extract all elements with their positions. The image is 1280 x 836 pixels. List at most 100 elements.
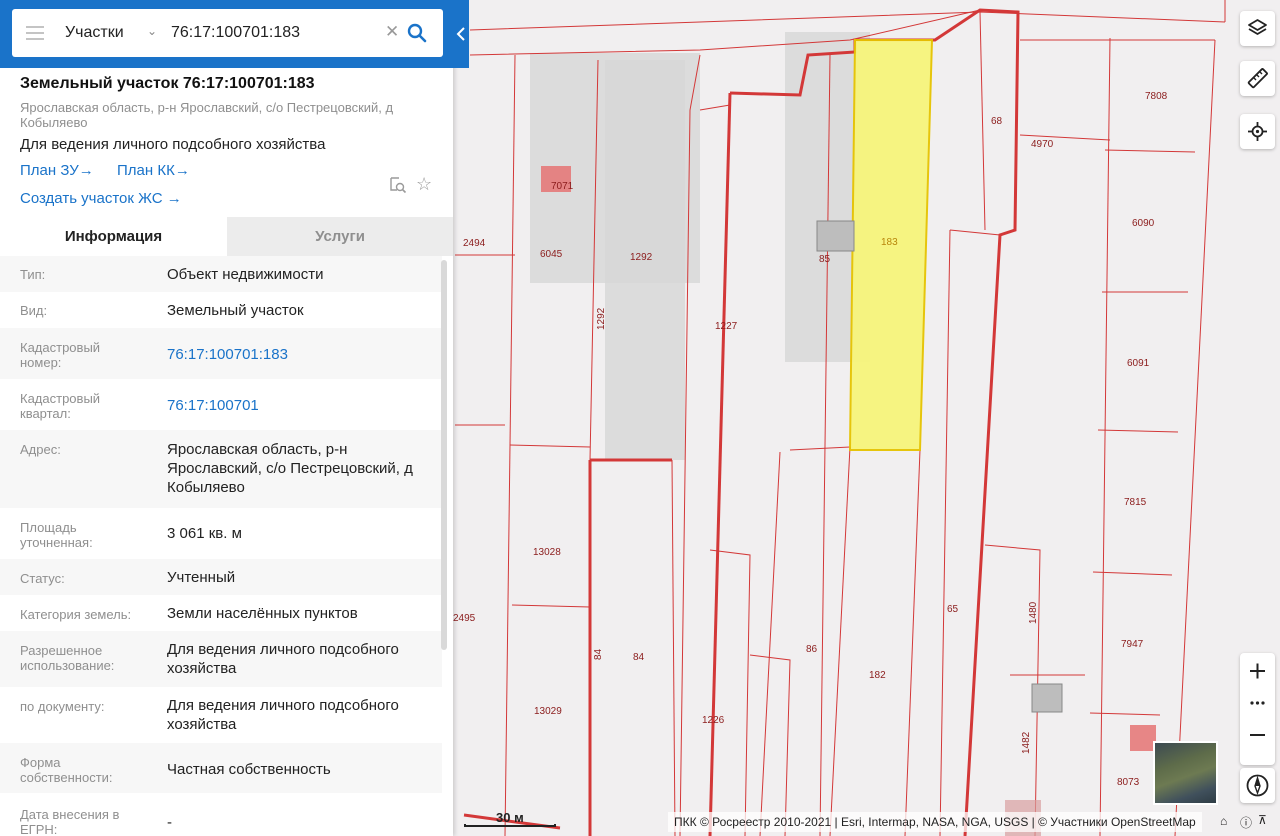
ruler-icon xyxy=(1247,68,1268,89)
plot-label: 7815 xyxy=(1124,497,1147,508)
plan-kk-link[interactable]: План КК→ xyxy=(117,162,190,179)
plot-label: 1227 xyxy=(715,321,738,332)
plan-zu-label: План ЗУ xyxy=(20,162,79,179)
cadastral-quarter-link[interactable]: 76:17:100701 xyxy=(167,396,437,415)
arrow-right-icon: → xyxy=(166,190,182,207)
locate-button[interactable] xyxy=(1240,114,1275,149)
plot-label: 182 xyxy=(869,670,886,681)
plot-label: 7071 xyxy=(551,181,574,192)
row-label: Категория земель: xyxy=(20,607,132,622)
row-label: Дата внесения в ЕГРН: xyxy=(20,807,120,836)
plot-label: 8073 xyxy=(1117,777,1140,788)
building xyxy=(1031,683,1063,713)
plot-label: 13028 xyxy=(533,547,561,558)
zoom-to-object-icon[interactable] xyxy=(389,176,407,194)
plot-label: 84 xyxy=(593,648,604,660)
row-value: Объект недвижимости xyxy=(167,266,324,283)
plot-label: 7947 xyxy=(1121,639,1144,650)
create-plot-label: Создать участок ЖС xyxy=(20,190,163,207)
scale-bar xyxy=(464,824,556,827)
plan-zu-link[interactable]: План ЗУ→ xyxy=(20,162,94,179)
layers-icon xyxy=(1248,19,1267,35)
plot-label: 1226 xyxy=(702,715,725,726)
layers-button[interactable] xyxy=(1240,11,1275,46)
basemap-switcher-thumbnail[interactable] xyxy=(1153,741,1218,805)
tab-services[interactable]: Услуги xyxy=(227,217,453,256)
card-title: Земельный участок 76:17:100701:183 xyxy=(20,75,315,92)
row-label: Статус: xyxy=(20,571,65,586)
row-label: Форма собственности: xyxy=(20,755,113,785)
property-row: Форма собственности: Частная собственнос… xyxy=(0,743,442,793)
compass-button[interactable] xyxy=(1240,768,1275,803)
plot-label: 7808 xyxy=(1145,91,1168,102)
crosshair-icon xyxy=(1248,122,1267,141)
row-value: Земли населённых пунктов xyxy=(167,605,358,622)
row-label: Разрешенное использование: xyxy=(20,643,115,673)
plot-label: 2495 xyxy=(453,613,476,624)
create-plot-link[interactable]: Создать участок ЖС → xyxy=(20,190,182,207)
row-value: Ярославская область, р-н Ярославский, с/… xyxy=(167,441,413,496)
north-arrow-icon: ⊼ xyxy=(1258,813,1267,827)
property-row: Вид: Земельный участок xyxy=(0,292,442,328)
search-input[interactable] xyxy=(171,22,371,44)
panel-scrollbar[interactable] xyxy=(441,260,447,650)
hamburger-menu-icon[interactable] xyxy=(26,26,44,40)
card-purpose: Для ведения личного подсобного хозяйства xyxy=(20,136,326,153)
tab-information[interactable]: Информация xyxy=(0,217,227,256)
plot-label: 65 xyxy=(947,604,959,615)
plot-label: 6045 xyxy=(540,249,563,260)
favorite-star-icon[interactable]: ☆ xyxy=(416,174,432,195)
property-row: Тип: Объект недвижимости xyxy=(0,256,442,292)
plot-label: 6091 xyxy=(1127,358,1150,369)
row-label: Кадастровый квартал: xyxy=(20,391,101,421)
measure-button[interactable] xyxy=(1240,61,1275,96)
zoom-in-icon[interactable] xyxy=(1250,663,1265,679)
cadastral-number-link[interactable]: 76:17:100701:183 xyxy=(167,345,437,364)
chevron-down-icon[interactable]: ⌄ xyxy=(147,24,157,38)
property-row: Кадастровый номер: 76:17:100701:183 xyxy=(0,328,442,379)
collapse-panel-icon[interactable] xyxy=(455,24,467,44)
home-icon[interactable]: ⌂ xyxy=(1220,814,1227,828)
clear-icon[interactable]: ✕ xyxy=(385,22,399,42)
compass-icon xyxy=(1246,774,1269,797)
property-row: по документу: Для ведения личного подсоб… xyxy=(0,687,442,743)
property-row: Статус: Учтенный xyxy=(0,559,442,595)
zoom-controls xyxy=(1240,653,1275,765)
row-label: Площадь уточненная: xyxy=(20,520,93,550)
more-options-icon[interactable] xyxy=(1250,701,1265,705)
zoom-icons xyxy=(1250,663,1265,736)
map-attribution: ПКК © Росреестр 2010-2021 | Esri, Interm… xyxy=(668,812,1202,832)
row-label: Вид: xyxy=(20,303,48,318)
building xyxy=(816,220,855,252)
plot-label: 85 xyxy=(819,254,831,265)
tab-bar: Информация Услуги xyxy=(0,217,453,256)
property-row: Дата внесения в ЕГРН: - xyxy=(0,793,442,836)
search-bar: Участки ⌄ ✕ xyxy=(0,0,469,68)
plot-label: 1480 xyxy=(1028,601,1039,624)
row-value: Частная собственность xyxy=(167,761,331,778)
plot-label: 4970 xyxy=(1031,139,1054,150)
property-row: Категория земель: Земли населённых пункт… xyxy=(0,595,442,631)
plot-label: 1292 xyxy=(630,252,653,263)
row-value: 3 061 кв. м xyxy=(167,525,242,542)
plot-label: 6090 xyxy=(1132,218,1155,229)
arrow-right-icon: → xyxy=(174,162,190,179)
row-value: Для ведения личного подсобного хозяйства xyxy=(167,697,399,733)
plot-label: 13029 xyxy=(534,706,562,717)
scale-label: 30 м xyxy=(496,810,524,825)
plot-label: 68 xyxy=(991,116,1003,127)
road-boundary xyxy=(469,11,1226,31)
search-type-select[interactable]: Участки xyxy=(65,24,124,42)
plot-label: 2494 xyxy=(463,238,486,249)
property-row: Кадастровый квартал: 76:17:100701 xyxy=(0,379,442,430)
plot-label: 84 xyxy=(633,652,645,663)
plot-label: 183 xyxy=(881,237,898,248)
row-label: по документу: xyxy=(20,699,105,714)
search-icon[interactable] xyxy=(406,22,428,44)
property-row: Адрес: Ярославская область, р-н Ярославс… xyxy=(0,430,442,508)
row-value: Земельный участок xyxy=(167,302,304,319)
property-row: Площадь уточненная: 3 061 кв. м xyxy=(0,508,442,559)
info-icon[interactable]: ⓘ xyxy=(1240,814,1252,831)
row-value: - xyxy=(167,814,172,831)
plot-label: 86 xyxy=(806,644,818,655)
